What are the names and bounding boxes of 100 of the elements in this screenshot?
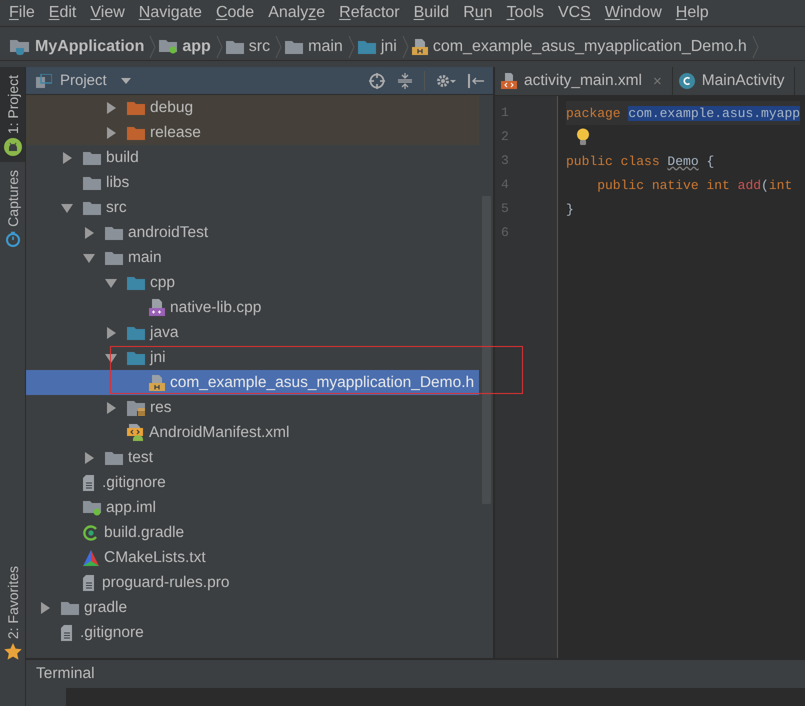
breadcrumb-item[interactable]: app [159,38,213,56]
menu-item[interactable]: Edit [42,4,84,22]
tree-item[interactable]: AndroidManifest.xml [26,420,479,445]
tree-item[interactable]: com_example_asus_myapplication_Demo.h [26,370,479,395]
tree-item[interactable]: gradle [26,595,479,620]
tree-item[interactable]: jni [26,345,479,370]
tree-item[interactable]: src [26,195,479,220]
folder-icon [105,450,123,464]
folder-icon [127,326,145,340]
menu-item[interactable]: Window [598,4,669,22]
expanded-arrow-icon [61,202,73,214]
menu-item[interactable]: VCS [550,4,598,22]
star-icon [4,643,22,660]
module-file-icon [83,500,101,516]
module-folder-icon [159,39,178,54]
tree-item[interactable]: libs [26,170,479,195]
tree-item[interactable]: debug [26,95,479,120]
cmake-file-icon [83,550,99,566]
stopwatch-icon [4,230,20,247]
menu-item[interactable]: Run [456,4,500,22]
tree-item[interactable]: app.iml [26,495,479,520]
scrollbar[interactable] [482,196,491,504]
expanded-arrow-icon [105,276,117,288]
folder-icon [358,40,376,54]
project-folder-icon [10,38,30,54]
folder-icon [83,150,101,164]
menu-item[interactable]: Analyze [261,4,332,22]
tree-item[interactable]: test [26,445,479,470]
folder-icon [226,40,244,54]
menu-item[interactable]: Tools [500,4,551,22]
folder-icon [127,350,145,364]
tool-window-tab[interactable]: Captures [0,162,25,253]
editor-tab[interactable]: activity_main.xml × [495,67,673,95]
tree-item[interactable]: main [26,245,479,270]
header-file-icon [149,374,165,390]
tree-item[interactable]: .gitignore [26,470,479,495]
collapsed-arrow-icon [105,402,117,414]
folder-icon [285,40,304,54]
collapsed-arrow-icon [105,102,117,114]
menu-item[interactable]: Navigate [132,4,209,22]
collapsed-arrow-icon [105,326,117,338]
locate-icon[interactable] [368,72,386,90]
hide-panel-icon[interactable] [467,72,485,90]
tree-item[interactable]: androidTest [26,220,479,245]
chevron-icon [402,34,409,58]
tree-item[interactable]: java [26,320,479,345]
tree-item[interactable]: cpp [26,270,479,295]
expanded-arrow-icon [83,252,95,264]
expanded-arrow-icon [105,352,117,364]
class-icon [678,73,695,89]
breadcrumb-item[interactable]: com_example_asus_myapplication_Demo.h [412,38,749,56]
menu-item[interactable]: Code [208,4,262,22]
breadcrumb-item[interactable]: src [226,38,272,56]
text-file-icon [83,574,97,590]
folder-icon [105,226,123,240]
tool-window-tab[interactable]: 1: Project [0,67,25,162]
tree-item[interactable]: .gitignore [26,620,479,645]
header-file-icon [412,38,428,54]
code-line: public class Demo { [566,154,714,168]
breadcrumb-item[interactable]: MyApplication [10,38,146,56]
menu-item[interactable]: Refactor [332,4,407,22]
cpp-file-icon [149,299,165,316]
gradle-file-icon [83,524,99,540]
collapse-all-icon[interactable] [396,72,414,90]
tree-item[interactable]: CMakeLists.txt [26,545,479,570]
folder-icon [83,200,101,214]
menu-item[interactable]: Help [668,4,716,22]
folder-icon [127,100,145,114]
xml-file-icon [501,73,517,89]
text-file-icon [61,624,75,640]
android-icon [4,138,22,156]
code-line: public native int add(int [596,178,792,192]
breadcrumb-item[interactable]: main [285,38,345,56]
breadcrumb-item[interactable]: jni [358,38,399,56]
collapsed-arrow-icon [39,602,51,614]
tree-item[interactable]: proguard-rules.pro [26,570,479,595]
menu-item[interactable]: Build [406,4,456,22]
collapsed-arrow-icon [105,126,117,138]
folder-icon [127,276,145,290]
text-file-icon [83,474,97,490]
chevron-icon [275,34,282,58]
menu-item[interactable]: View [83,4,132,22]
project-view-icon [36,74,52,88]
tree-item[interactable]: res [26,395,479,420]
chevron-icon [752,34,759,58]
chevron-icon [216,34,223,58]
menu-item[interactable]: File [2,4,42,22]
tree-item[interactable]: build [26,145,479,170]
folder-icon [61,600,79,614]
caret-icon [120,78,131,84]
tree-item[interactable]: native-lib.cpp [26,295,479,320]
tree-item[interactable]: release [26,120,479,145]
code-line: package com.example.asus.myapp [566,106,800,120]
folder-icon [127,126,145,140]
tree-item[interactable]: build.gradle [26,520,479,545]
tool-window-tab[interactable]: 2: Favorites [0,558,25,666]
code-line: } [566,202,574,216]
editor-tab[interactable]: MainActivity [672,67,796,95]
project-view-dropdown[interactable]: Project [36,72,131,89]
terminal-tab[interactable]: Terminal [36,665,95,683]
